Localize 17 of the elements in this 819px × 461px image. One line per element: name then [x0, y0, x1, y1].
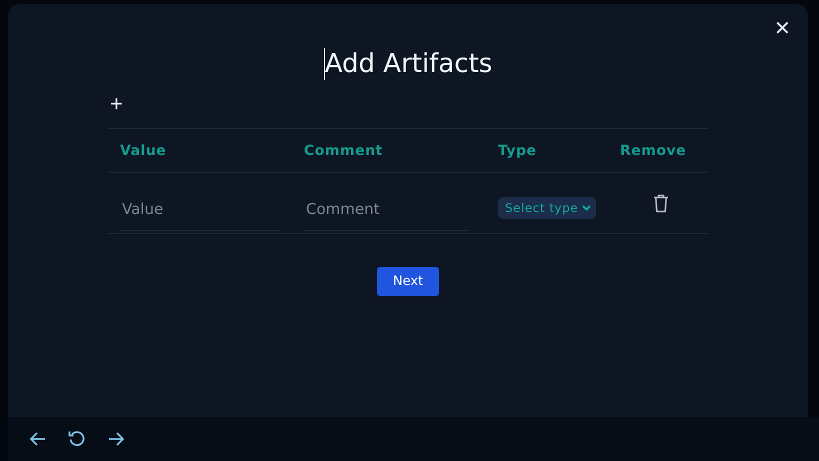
column-header: Remove — [619, 142, 688, 158]
text-cursor — [324, 48, 325, 80]
add-button[interactable]: + — [108, 92, 125, 116]
next-button[interactable]: Next — [376, 267, 440, 296]
forward-arrow-icon[interactable] — [108, 432, 124, 446]
trash-icon[interactable] — [653, 194, 669, 212]
reload-icon[interactable] — [68, 430, 86, 448]
value-field[interactable]: Value — [120, 188, 280, 230]
comment-field[interactable]: Comment — [304, 188, 468, 230]
chevron-down-icon — [582, 205, 592, 211]
back-arrow-icon[interactable] — [30, 432, 46, 446]
column-header: Type — [497, 142, 538, 158]
column-header: Comment — [303, 142, 384, 158]
dialog-title: Add Artifacts — [324, 49, 492, 79]
type-select[interactable]: Select type — [498, 197, 596, 219]
close-button[interactable]: ✕ — [770, 14, 795, 43]
column-header: Value — [119, 142, 168, 158]
